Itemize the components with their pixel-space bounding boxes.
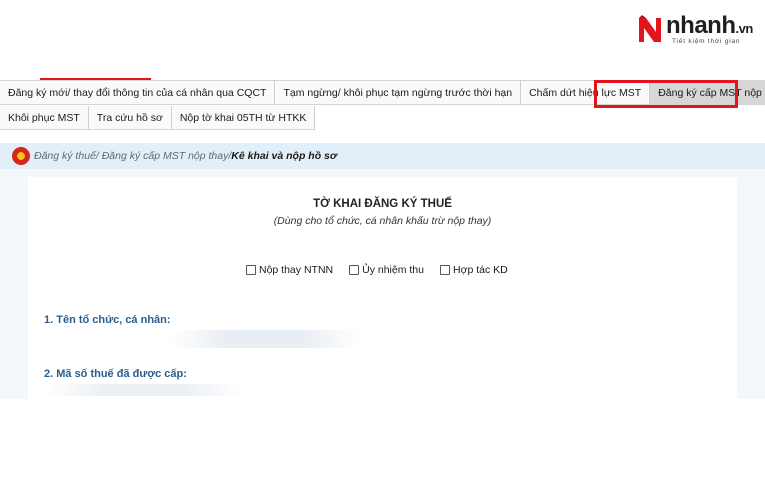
form-subtitle: (Dùng cho tổ chức, cá nhân khấu trừ nộp …	[273, 215, 492, 227]
section-tax-code-label: 2. Mã số thuế đã được cấp:	[44, 368, 187, 380]
checkbox-label: Nộp thay NTNN	[259, 264, 334, 276]
checkbox-label: Hợp tác KD	[452, 264, 508, 276]
breadcrumb: Đăng ký thuế/ Đăng ký cấp MST nộp thay/ …	[0, 143, 765, 169]
tab-lookup-dossier[interactable]: Tra cứu hồ sơ	[88, 106, 172, 130]
logo-slogan: Tiết kiệm thời gian	[672, 38, 741, 45]
checkbox-group: Nộp thay NTNN Ủy nhiệm thu Hợp tác KD	[246, 263, 524, 277]
tab-restore-mst[interactable]: Khôi phục MST	[0, 106, 89, 130]
active-tab-highlight	[594, 80, 738, 108]
nhanh-logo-icon	[637, 15, 661, 42]
org-name-value-redacted	[170, 330, 360, 348]
checkbox-uy-nhiem-thu[interactable]: Ủy nhiệm thu	[349, 264, 424, 276]
tab-register-change-info[interactable]: Đăng ký mới/ thay đổi thông tin của cá n…	[0, 81, 276, 105]
national-emblem-icon	[12, 147, 30, 165]
breadcrumb-path[interactable]: Đăng ký thuế/ Đăng ký cấp MST nộp thay/	[34, 150, 231, 162]
checkbox-label: Ủy nhiệm thu	[362, 264, 424, 276]
checkbox-hop-tac-kd[interactable]: Hợp tác KD	[439, 264, 508, 276]
form-card	[28, 177, 737, 399]
section-org-name-label: 1. Tên tổ chức, cá nhân:	[44, 314, 171, 326]
checkbox-box[interactable]	[349, 265, 360, 275]
breadcrumb-current: Kê khai và nộp hồ sơ	[231, 150, 337, 162]
checkbox-box[interactable]	[439, 265, 450, 275]
tab-submit-05th[interactable]: Nộp tờ khai 05TH từ HTKK	[171, 106, 316, 130]
checkbox-nop-thay-ntnn[interactable]: Nộp thay NTNN	[246, 264, 333, 276]
tax-code-value-redacted	[44, 384, 244, 396]
nhanh-logo: nhanh.vn Tiết kiệm thời gian	[636, 12, 758, 48]
tab-row-2: Khôi phục MST Tra cứu hồ sơ Nộp tờ khai …	[0, 106, 316, 130]
page: nhanh.vn Tiết kiệm thời gian Đăng ký mới…	[0, 0, 765, 478]
tab-suspend-resume[interactable]: Tạm ngừng/ khôi phục tạm ngừng trước thờ…	[275, 81, 522, 105]
form-title: TỜ KHAI ĐĂNG KÝ THUẾ	[313, 198, 452, 210]
checkbox-box[interactable]	[246, 265, 256, 275]
